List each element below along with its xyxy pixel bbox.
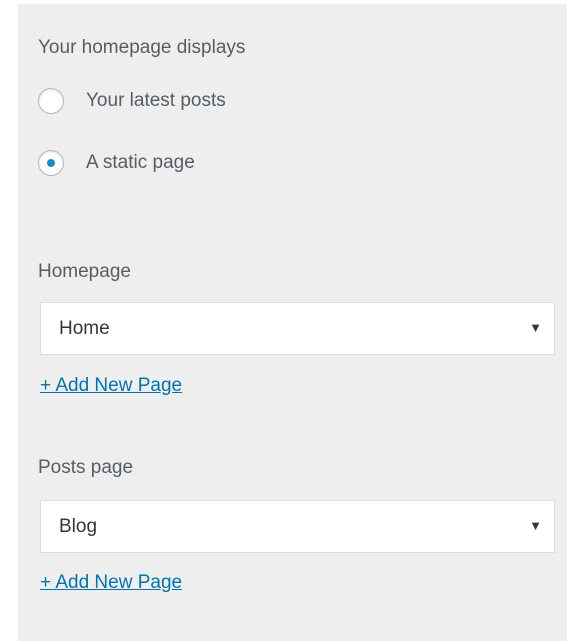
radio-label-static-page: A static page [86, 152, 195, 173]
homepage-select[interactable]: Home ▼ [40, 302, 555, 355]
dropdown-arrow-icon: ▼ [529, 518, 542, 533]
homepage-select-value: Home [59, 318, 110, 339]
posts-page-label: Posts page [38, 457, 134, 478]
radio-option-latest-posts[interactable]: Your latest posts [38, 88, 226, 114]
posts-page-select-value: Blog [59, 516, 98, 537]
homepage-settings-panel: Your homepage displays Your latest posts… [18, 4, 567, 641]
radio-button-static-page[interactable] [38, 150, 64, 176]
add-new-posts-page-link[interactable]: + Add New Page [40, 572, 182, 594]
posts-page-select[interactable]: Blog ▼ [40, 500, 555, 553]
radio-button-latest-posts[interactable] [38, 88, 64, 114]
radio-selected-dot-icon [47, 159, 55, 167]
add-new-homepage-link[interactable]: + Add New Page [40, 375, 182, 397]
radio-option-static-page[interactable]: A static page [38, 150, 195, 176]
section-title: Your homepage displays [38, 37, 246, 58]
homepage-label: Homepage [38, 261, 131, 282]
radio-label-latest-posts: Your latest posts [86, 90, 226, 111]
dropdown-arrow-icon: ▼ [529, 320, 542, 335]
